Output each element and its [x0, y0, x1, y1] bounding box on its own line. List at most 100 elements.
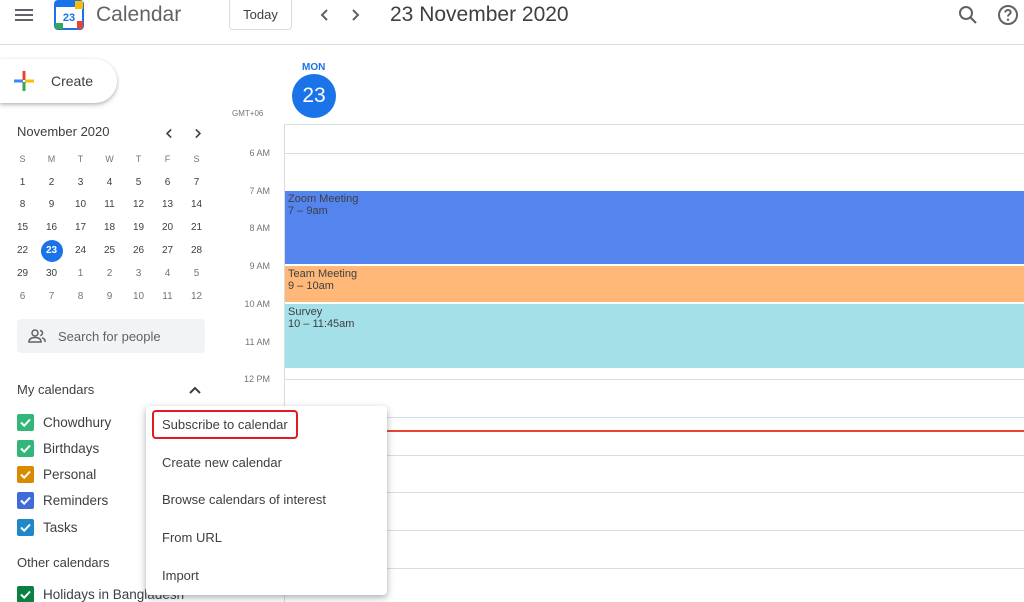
mini-calendar-day[interactable]: 3: [66, 171, 95, 194]
event-time: 9 – 10am: [288, 280, 334, 292]
create-button[interactable]: Create: [0, 59, 117, 103]
mini-calendar-day[interactable]: 19: [124, 216, 153, 239]
mini-calendar-day[interactable]: 8: [66, 285, 95, 308]
my-calendars-title[interactable]: My calendars: [17, 382, 94, 397]
mini-calendar-day[interactable]: 1: [8, 171, 37, 194]
mini-next-month-button[interactable]: [188, 124, 206, 142]
mini-calendar-day[interactable]: 4: [153, 262, 182, 285]
mini-calendar-day-number: 16: [45, 222, 58, 234]
mini-calendar-day-number: 8: [77, 290, 84, 302]
help-icon: [998, 5, 1018, 25]
calendar-checkbox[interactable]: [17, 518, 34, 536]
mini-calendar-day[interactable]: 6: [8, 285, 37, 308]
mini-calendar-day[interactable]: 25: [95, 239, 124, 262]
mini-calendar-day[interactable]: 3: [124, 262, 153, 285]
mini-calendar-grid: S M T W T F S 1 2 3 4 5 6 7 8 9 10 11 12 13 14 15 16 17 18 19 20 21…: [8, 148, 211, 308]
mini-calendar-day[interactable]: 9: [37, 194, 66, 217]
calendar-checkbox[interactable]: [17, 413, 34, 431]
mini-calendar-day[interactable]: 27: [153, 239, 182, 262]
mini-calendar-day[interactable]: 1: [66, 262, 95, 285]
weekday-header: F: [164, 154, 171, 165]
people-search-placeholder: Search for people: [58, 329, 161, 344]
mini-calendar-day[interactable]: 21: [182, 216, 211, 239]
mini-calendar-day-number: 3: [77, 176, 84, 188]
people-search-input[interactable]: Search for people: [17, 319, 205, 353]
calendar-event[interactable]: Zoom Meeting 7 – 9am: [285, 191, 1024, 264]
mini-calendar-day[interactable]: 17: [66, 216, 95, 239]
mini-calendar-day[interactable]: 5: [182, 262, 211, 285]
hour-line: [285, 492, 1024, 493]
event-time: 10 – 11:45am: [288, 318, 355, 330]
calendar-checkbox[interactable]: [17, 466, 34, 484]
calendar-list-item[interactable]: Birthdays: [17, 438, 99, 458]
mini-calendar-day[interactable]: 12: [182, 285, 211, 308]
mini-calendar-day-number: 2: [48, 176, 55, 188]
calendar-checkbox[interactable]: [17, 492, 34, 510]
mini-calendar-day[interactable]: 11: [95, 194, 124, 217]
day-number-button[interactable]: 23: [292, 74, 336, 118]
mini-calendar-day[interactable]: 9: [95, 285, 124, 308]
mini-calendar-day[interactable]: 14: [182, 194, 211, 217]
calendar-event[interactable]: Team Meeting 9 – 10am: [285, 266, 1024, 302]
mini-calendar-day[interactable]: 16: [37, 216, 66, 239]
mini-calendar-day[interactable]: 12: [124, 194, 153, 217]
mini-calendar-day[interactable]: 2: [95, 262, 124, 285]
hour-line: [285, 455, 1024, 456]
calendar-list-item[interactable]: Reminders: [17, 491, 108, 511]
mini-calendar-day[interactable]: 26: [124, 239, 153, 262]
mini-calendar-day[interactable]: 2: [37, 171, 66, 194]
mini-calendar-day[interactable]: 10: [124, 285, 153, 308]
today-button[interactable]: Today: [229, 0, 292, 30]
previous-day-button[interactable]: [314, 4, 336, 26]
menu-item[interactable]: Import: [146, 558, 387, 592]
chevron-up-icon[interactable]: [187, 382, 203, 398]
mini-calendar-day[interactable]: 7: [182, 171, 211, 194]
mini-calendar-day-number: 15: [16, 222, 29, 234]
calendar-checkbox[interactable]: [17, 585, 34, 602]
other-calendars-title: Other calendars: [17, 555, 110, 570]
mini-calendar-day[interactable]: 24: [66, 239, 95, 262]
mini-calendar-day[interactable]: 30: [37, 262, 66, 285]
mini-calendar-day-number: 12: [132, 199, 145, 211]
mini-calendar-day[interactable]: 7: [37, 285, 66, 308]
calendar-event[interactable]: Survey 10 – 11:45am: [285, 304, 1024, 368]
mini-calendar-day[interactable]: 6: [153, 171, 182, 194]
search-button[interactable]: [956, 3, 980, 27]
hour-line: [285, 530, 1024, 531]
mini-calendar-day[interactable]: 22: [8, 239, 37, 262]
app-title: Calendar: [96, 3, 182, 26]
mini-calendar-day[interactable]: 20: [153, 216, 182, 239]
mini-calendar-day-number: 11: [162, 290, 173, 302]
mini-calendar-day[interactable]: 15: [8, 216, 37, 239]
mini-calendar-day[interactable]: 4: [95, 171, 124, 194]
menu-item[interactable]: Subscribe to calendar: [146, 407, 387, 441]
calendar-list-item[interactable]: Chowdhury: [17, 412, 111, 432]
mini-calendar-day[interactable]: 8: [8, 194, 37, 217]
mini-calendar-day[interactable]: 29: [8, 262, 37, 285]
mini-calendar-day-number: 11: [104, 199, 115, 211]
mini-calendar-day[interactable]: 10: [66, 194, 95, 217]
mini-calendar-day[interactable]: 23: [37, 239, 66, 262]
menu-item[interactable]: From URL: [146, 520, 387, 554]
mini-calendar-day[interactable]: 18: [95, 216, 124, 239]
mini-calendar-day[interactable]: 5: [124, 171, 153, 194]
mini-calendar-day-number: 17: [74, 222, 87, 234]
hour-label: 6 AM: [249, 148, 270, 158]
calendar-checkbox[interactable]: [17, 439, 34, 457]
mini-prev-month-button[interactable]: [160, 124, 178, 142]
add-calendar-menu: Subscribe to calendar Create new calendar…: [146, 406, 387, 595]
calendar-list-item[interactable]: Personal: [17, 465, 96, 485]
mini-calendar-day[interactable]: 28: [182, 239, 211, 262]
mini-calendar-day[interactable]: 13: [153, 194, 182, 217]
mini-calendar-day-number: 18: [103, 222, 116, 234]
help-button[interactable]: [996, 3, 1020, 27]
menu-item[interactable]: Browse calendars of interest: [146, 482, 387, 516]
main-menu-button[interactable]: [10, 4, 38, 26]
calendar-list-item[interactable]: Tasks: [17, 517, 78, 537]
menu-item[interactable]: Create new calendar: [146, 445, 387, 479]
mini-calendar-day[interactable]: 11: [153, 285, 182, 308]
menu-item-label: Import: [162, 567, 199, 583]
calendar-label: Tasks: [43, 519, 78, 535]
next-day-button[interactable]: [344, 4, 366, 26]
checkmark-icon: [20, 523, 31, 532]
